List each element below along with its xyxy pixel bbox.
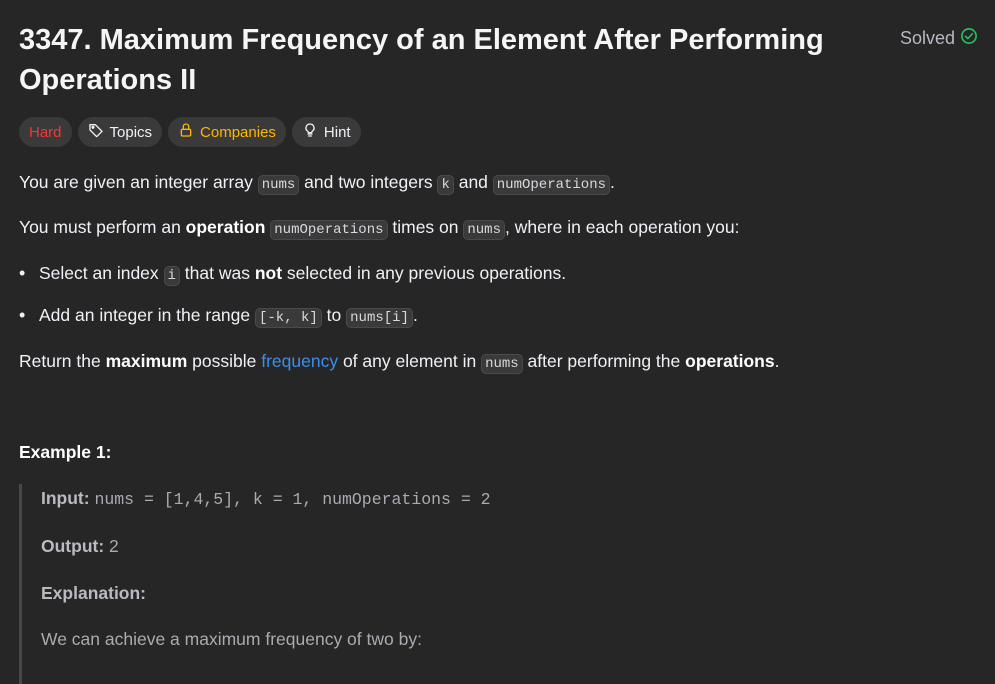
text: You are given an integer array <box>19 172 258 192</box>
text: Return the <box>19 351 106 371</box>
text: and two integers <box>299 172 438 192</box>
tag-icon <box>88 122 104 142</box>
problem-title: 3347. Maximum Frequency of an Element Af… <box>19 24 824 96</box>
solved-label: Solved <box>899 28 955 48</box>
topics-button[interactable]: Topics <box>77 117 163 147</box>
text: that was <box>179 263 255 283</box>
solved-status: Solved <box>900 27 978 50</box>
description-paragraph-1: You are given an integer array nums and … <box>19 170 615 197</box>
text: to <box>321 305 347 325</box>
input-value: nums = [1,4,5], k = 1, numOperations = 2 <box>94 490 491 509</box>
text: Add an integer in the range <box>39 305 255 325</box>
output-label: Output: <box>41 536 105 556</box>
text: . <box>610 172 615 192</box>
text: possible <box>187 351 262 371</box>
text: You must perform an <box>19 217 186 237</box>
bold-operations: operations <box>685 351 775 371</box>
code-numoperations: numOperations <box>492 175 610 195</box>
example-title: Example 1: <box>19 442 112 462</box>
topics-label: Topics <box>109 123 153 141</box>
code-nums: nums <box>463 220 505 240</box>
hint-button[interactable]: Hint <box>291 117 361 147</box>
code-range: [-k, k] <box>255 308 322 328</box>
output-value: 2 <box>109 536 119 556</box>
code-numoperations: numOperations <box>270 220 388 240</box>
text: of any element in <box>338 351 482 371</box>
text: times on <box>387 217 464 237</box>
code-nums: nums <box>481 354 523 374</box>
explanation-text: We can achieve a maximum frequency of tw… <box>41 629 422 649</box>
example-output: Output: 2 <box>41 536 119 557</box>
companies-label: Companies <box>200 123 276 141</box>
explanation-label: Explanation: <box>41 583 147 603</box>
text: after performing the <box>522 351 686 371</box>
code-i: i <box>163 266 180 286</box>
bold-operation: operation <box>185 217 266 237</box>
bullet-icon: • <box>19 305 26 325</box>
list-item-1: • Select an index i that was not selected… <box>19 261 566 288</box>
check-circle-icon <box>960 27 978 50</box>
description-paragraph-3: Return the maximum possible frequency of… <box>19 349 779 376</box>
lightbulb-icon <box>302 122 318 142</box>
example-explanation: Explanation: <box>41 583 146 604</box>
input-label: Input: <box>41 488 90 508</box>
text: and <box>453 172 493 192</box>
bold-maximum: maximum <box>105 351 188 371</box>
bullet-icon: • <box>19 263 26 283</box>
list-item-2: • Add an integer in the range [-k, k] to … <box>19 303 418 330</box>
companies-button[interactable]: Companies <box>168 117 286 147</box>
text: Select an index <box>39 263 164 283</box>
text: , where in each operation you: <box>504 217 740 237</box>
lock-icon <box>178 122 194 142</box>
description-paragraph-2: You must perform an operation numOperati… <box>19 215 739 242</box>
problem-tags: Hard Topics Companies Hint <box>19 117 361 147</box>
text: . <box>774 351 780 371</box>
difficulty-label: Hard <box>29 123 62 141</box>
text: selected in any previous operations. <box>282 263 567 283</box>
text: . <box>412 305 418 325</box>
example-block: Input: nums = [1,4,5], k = 1, numOperati… <box>19 484 962 684</box>
difficulty-badge: Hard <box>19 117 72 147</box>
frequency-link[interactable]: frequency <box>261 351 338 371</box>
code-nums-i: nums[i] <box>346 308 413 328</box>
code-nums: nums <box>257 175 300 195</box>
hint-label: Hint <box>323 123 351 141</box>
example-input: Input: nums = [1,4,5], k = 1, numOperati… <box>41 488 491 509</box>
code-k: k <box>437 175 454 195</box>
bold-not: not <box>254 263 283 283</box>
